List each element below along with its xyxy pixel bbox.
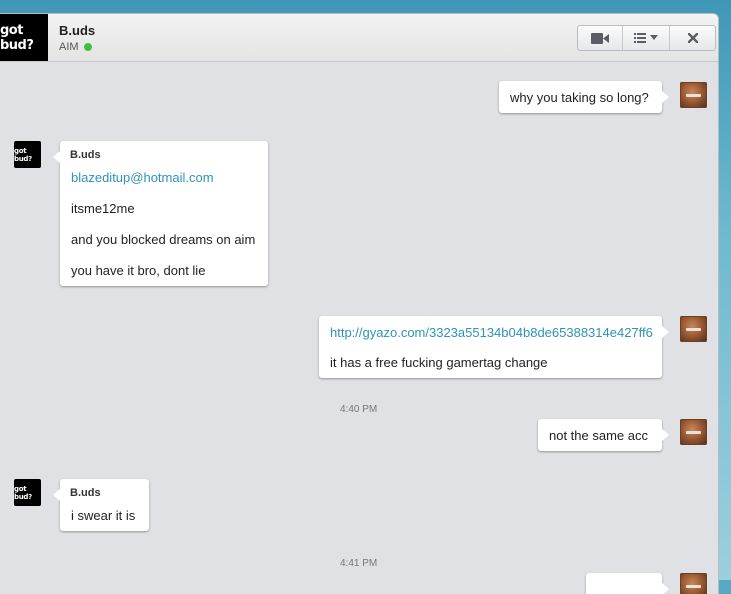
incoming-message: B.uds i swear it is <box>53 479 149 531</box>
outgoing-message-partial <box>586 573 669 594</box>
contact-message-avatar[interactable]: got bud? <box>14 479 41 506</box>
message-list[interactable]: why you taking so long? got bud? B.uds b… <box>0 62 718 594</box>
my-avatar[interactable] <box>680 82 707 108</box>
video-camera-icon <box>591 32 609 44</box>
incoming-message: B.uds blazeditup@hotmail.com itsme12me a… <box>53 141 268 286</box>
message-sender: B.uds <box>70 149 101 161</box>
contact-message-avatar[interactable]: got bud? <box>14 141 41 168</box>
my-avatar[interactable] <box>680 573 707 594</box>
outgoing-message: http://gyazo.com/3323a55134b04b8de653883… <box>319 316 669 378</box>
status-label: AIM <box>59 41 79 53</box>
list-menu-icon <box>634 33 658 43</box>
outgoing-message: why you taking so long? <box>499 81 669 113</box>
message-text: i swear it is <box>71 508 136 523</box>
contact-name: B.uds <box>59 23 96 38</box>
chat-header: got bud? B.uds AIM <box>0 14 718 62</box>
my-avatar[interactable] <box>680 419 707 445</box>
video-call-button[interactable] <box>578 26 623 50</box>
url-link[interactable]: http://gyazo.com/3323a55134b04b8de653883… <box>330 325 653 340</box>
message-sender: B.uds <box>70 487 101 499</box>
message-text: it has a free fucking gamertag change <box>330 355 548 370</box>
message-text: not the same acc <box>549 428 648 443</box>
outgoing-message: not the same acc <box>538 419 669 451</box>
close-icon <box>687 33 698 43</box>
options-menu-button[interactable] <box>623 26 670 50</box>
close-chat-button[interactable] <box>670 26 715 50</box>
message-timestamp: 4:41 PM <box>340 558 378 569</box>
message-text: you have it bro, dont lie <box>71 263 206 278</box>
desktop-edge <box>718 14 731 580</box>
online-indicator-icon <box>83 43 92 51</box>
email-link[interactable]: blazeditup@hotmail.com <box>71 170 214 185</box>
header-button-group <box>577 25 716 51</box>
message-text: why you taking so long? <box>510 90 649 105</box>
message-timestamp: 4:40 PM <box>340 404 378 415</box>
contact-status: AIM <box>59 41 92 53</box>
my-avatar[interactable] <box>680 316 707 342</box>
contact-avatar[interactable]: got bud? <box>0 14 48 61</box>
message-text: itsme12me <box>71 201 135 216</box>
message-text: and you blocked dreams on aim <box>71 232 256 247</box>
chat-window: got bud? B.uds AIM why you taking so lon… <box>0 14 718 594</box>
